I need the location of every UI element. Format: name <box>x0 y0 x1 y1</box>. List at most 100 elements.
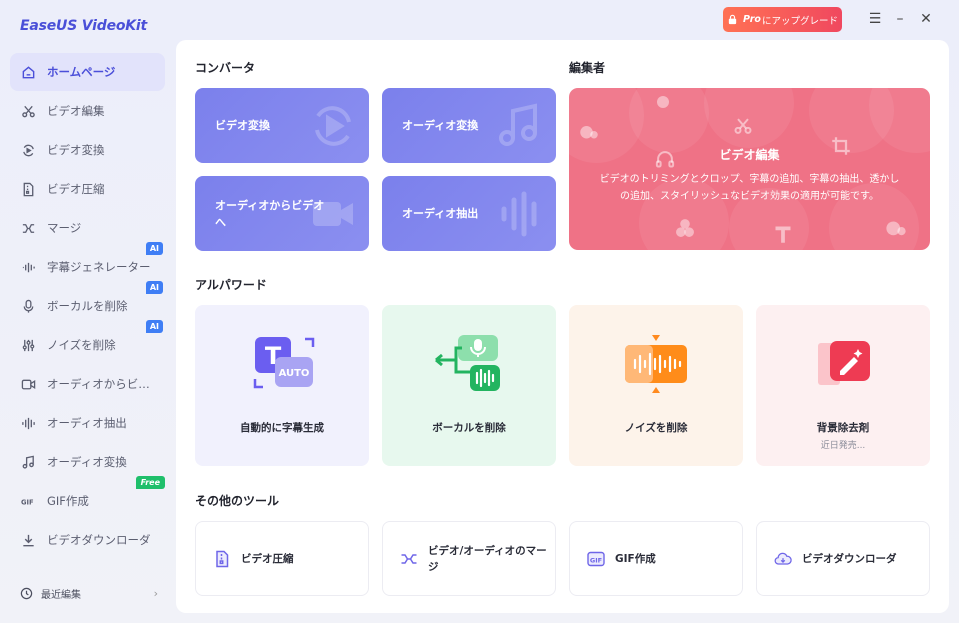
water-drop-icon <box>886 221 906 236</box>
svg-text:GIF: GIF <box>21 498 34 506</box>
card-label: オーディオからビデオへ <box>215 198 325 229</box>
ai-badge: AI <box>145 320 163 333</box>
audio-extract-card[interactable]: オーディオ抽出 <box>382 176 556 251</box>
video-convert-card[interactable]: ビデオ変換 <box>195 88 369 163</box>
card-label: ビデオ変換 <box>215 119 270 132</box>
convert-icon <box>315 106 351 146</box>
sidebar-item-video-downloader[interactable]: ビデオダウンローダ <box>10 521 165 559</box>
background-remove-icon <box>818 341 870 385</box>
compress-icon <box>20 181 36 197</box>
sidebar-item-video-convert[interactable]: ビデオ変換 <box>10 131 165 169</box>
sidebar-item-noise-remove[interactable]: ノイズを削除 AI <box>10 320 165 364</box>
tool-gif[interactable]: GIF GIF作成 <box>569 521 743 596</box>
microphone-icon <box>20 298 36 314</box>
app-logo: EaseUS VideoKit <box>20 18 148 34</box>
waveform-icon <box>20 415 36 431</box>
sidebar-item-label: ホームページ <box>47 65 116 79</box>
cloud-download-icon <box>774 552 792 565</box>
sidebar-item-label: マージ <box>47 221 82 235</box>
subtitle-icon <box>20 259 36 275</box>
editor-section-title: 編集者 <box>569 61 606 75</box>
scissors-icon <box>734 118 752 134</box>
video-editor-card[interactable]: ビデオ編集 ビデオのトリミングとクロップ、字幕の追加、字幕の抽出、透かしの追加、… <box>569 88 930 250</box>
sidebar-item-gif[interactable]: GIF GIF作成 Free <box>10 476 165 520</box>
upgrade-pro-button[interactable]: Pro にアップグレード <box>723 7 842 32</box>
audio-to-video-card[interactable]: オーディオからビデオへ <box>195 176 369 251</box>
clock-icon <box>20 587 33 599</box>
download-icon <box>20 532 36 548</box>
scissors-icon <box>20 103 36 119</box>
audio-to-video-icon <box>20 376 36 392</box>
chevron-right-icon: › <box>153 586 158 600</box>
music-note-icon <box>499 103 537 146</box>
background-remove-card[interactable]: 背景除去剤 近日発売... <box>756 305 930 466</box>
sidebar-item-vocal-remove[interactable]: ボーカルを削除 AI <box>10 281 165 325</box>
pro-label: Pro <box>743 14 761 25</box>
sidebar-item-video-edit[interactable]: ビデオ編集 <box>10 92 165 130</box>
gif-icon: GIF <box>587 551 605 566</box>
sidebar-item-label: オーディオからビ… <box>47 377 150 391</box>
sidebar-nav: ホームページ ビデオ編集 ビデオ変換 ビデオ圧縮 マージ 字幕ジェネレーター A… <box>10 53 165 560</box>
gif-icon: GIF <box>20 493 36 509</box>
sidebar-item-subtitle-generator[interactable]: 字幕ジェネレーター AI <box>10 242 165 286</box>
tool-merge[interactable]: ビデオ/オーディオのマージ <box>382 521 556 596</box>
recent-edits-button[interactable]: 最近編集 › <box>20 583 158 603</box>
merge-icon <box>20 220 36 236</box>
card-label: オーディオ抽出 <box>402 207 479 220</box>
auto-art-label: AUTO <box>279 368 310 379</box>
editor-card-description: ビデオのトリミングとクロップ、字幕の追加、字幕の抽出、透かしの追加、スタイリッシ… <box>599 174 900 202</box>
sidebar-item-label: ビデオ編集 <box>47 104 105 118</box>
card-label: GIF作成 <box>615 552 656 565</box>
sidebar-item-label: 字幕ジェネレーター <box>47 260 151 274</box>
sliders-icon <box>20 337 36 353</box>
card-label: オーディオ変換 <box>402 119 479 132</box>
coming-soon-label: 近日発売... <box>820 441 866 451</box>
text-icon <box>775 226 791 243</box>
tool-video-downloader[interactable]: ビデオダウンローダ <box>756 521 930 596</box>
card-label: 自動的に字幕生成 <box>240 422 324 434</box>
sidebar-item-video-compress[interactable]: ビデオ圧縮 <box>10 170 165 208</box>
tool-video-compress[interactable]: ビデオ圧縮 <box>195 521 369 596</box>
recent-edits-label: 最近編集 <box>41 589 81 601</box>
sidebar-item-label: ビデオ圧縮 <box>47 182 105 196</box>
menu-icon[interactable]: ☰ <box>867 10 883 28</box>
card-label: ボーカルを削除 <box>432 422 506 434</box>
ai-badge: AI <box>145 242 163 255</box>
merge-icon <box>401 553 417 564</box>
card-label: ビデオダウンローダ <box>802 552 897 565</box>
sidebar-item-label: GIF作成 <box>47 494 89 508</box>
upgrade-label: にアップグレード <box>761 15 838 27</box>
home-icon <box>20 64 36 80</box>
sidebar-item-audio-extract[interactable]: オーディオ抽出 <box>10 404 165 442</box>
sidebar-item-merge[interactable]: マージ <box>10 209 165 247</box>
waveform-icon <box>501 191 537 237</box>
svg-text:GIF: GIF <box>590 556 602 564</box>
compass-icon <box>657 96 669 108</box>
audio-convert-card[interactable]: オーディオ変換 <box>382 88 556 163</box>
sidebar-item-audio-to-video[interactable]: オーディオからビ… <box>10 365 165 403</box>
converter-section-title: コンバータ <box>195 61 256 75</box>
close-icon[interactable]: ✕ <box>918 10 934 28</box>
vocal-remove-card[interactable]: ボーカルを削除 <box>382 305 556 466</box>
main-panel: コンバータ 編集者 ビデオ変換 オーディオ変換 オーディオからビデオへ オーディ… <box>176 40 949 613</box>
noise-remove-card[interactable]: ノイズを削除 <box>569 305 743 466</box>
compress-icon <box>216 550 229 567</box>
minimize-icon[interactable]: – <box>892 10 908 28</box>
sidebar-item-home[interactable]: ホームページ <box>10 53 165 91</box>
convert-icon <box>20 142 36 158</box>
other-tools-section-title: その他のツール <box>195 494 280 508</box>
music-note-icon <box>20 454 36 470</box>
water-drop-icon <box>580 126 598 139</box>
card-label: ノイズを削除 <box>624 422 688 434</box>
sidebar-item-label: オーディオ抽出 <box>47 416 127 430</box>
sidebar-item-label: ビデオダウンローダ <box>47 533 151 547</box>
noise-remove-icon <box>625 335 687 393</box>
sidebar-item-label: オーディオ変換 <box>47 455 127 469</box>
sidebar-item-label: ボーカルを削除 <box>47 299 128 313</box>
sidebar-item-label: ノイズを削除 <box>47 338 116 352</box>
card-label: ビデオ圧縮 <box>241 552 294 565</box>
auto-subtitle-card[interactable]: T AUTO 自動的に字幕生成 <box>195 305 369 466</box>
sidebar-item-label: ビデオ変換 <box>47 143 105 157</box>
card-label: ビデオ/オーディオのマージ <box>428 544 547 573</box>
ai-badge: AI <box>145 281 163 294</box>
